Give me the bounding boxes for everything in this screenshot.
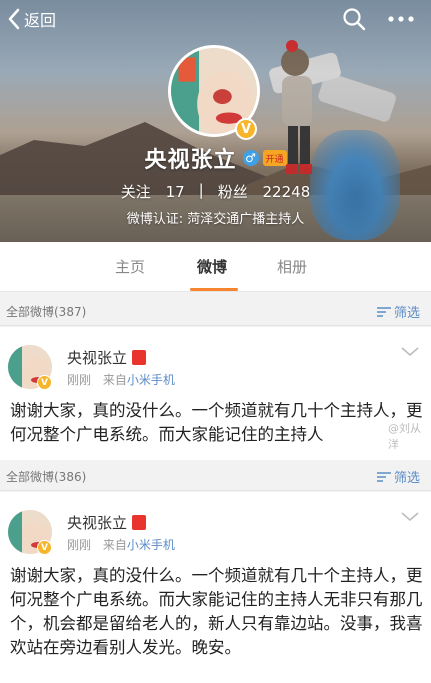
- fans-label: 粉丝: [217, 183, 248, 201]
- post-meta: 刚刚 来自小米手机: [67, 536, 175, 553]
- active-tab-indicator: [190, 288, 238, 291]
- back-label: 返回: [24, 11, 57, 30]
- following-label: 关注: [120, 183, 151, 201]
- following-stat[interactable]: 关注 17: [121, 181, 185, 203]
- chevron-down-icon[interactable]: [401, 512, 419, 522]
- tab-home[interactable]: 主页: [115, 256, 145, 277]
- post-source[interactable]: 小米手机: [127, 373, 175, 387]
- watermark: @刘从洋: [388, 422, 421, 451]
- post-author-name: 央视张立: [67, 514, 128, 532]
- stats-separator: |: [198, 181, 204, 199]
- profile-name-row: 央视张立 ♂ 开通: [0, 142, 431, 174]
- tab-album[interactable]: 相册: [277, 256, 307, 277]
- chevron-left-icon: [8, 8, 20, 30]
- following-count: 17: [165, 183, 185, 201]
- filter-icon: [377, 471, 391, 482]
- post-author[interactable]: 央视张立: [67, 512, 147, 533]
- weibo-post[interactable]: V 央视张立 刚刚 来自小米手机 谢谢大家，真的没什么。一个频道就有几十个主持人…: [0, 327, 431, 460]
- post-source[interactable]: 小米手机: [127, 538, 175, 552]
- member-badge[interactable]: 开通: [262, 150, 287, 166]
- profile-tabs: 主页 微博 相册: [0, 242, 431, 292]
- profile-stats: 关注 17 | 粉丝 22248: [0, 181, 431, 203]
- filter-button[interactable]: 筛选: [377, 302, 420, 321]
- post-meta: 刚刚 来自小米手机: [67, 371, 175, 388]
- post-time: 刚刚: [67, 373, 92, 387]
- weibo-count: 全部微博(386): [6, 470, 87, 484]
- post-verified-badge: V: [37, 540, 52, 555]
- post-text: 谢谢大家，真的没什么。一个频道就有几十个主持人，更何况整个广电系统。而大家能记住…: [10, 566, 423, 657]
- fans-count: 22248: [262, 183, 311, 201]
- member-badge-icon: [132, 350, 147, 365]
- filter-button[interactable]: 筛选: [377, 467, 420, 486]
- member-badge-icon: [132, 515, 147, 530]
- weibo-count: 全部微博(387): [6, 305, 87, 319]
- profile-name: 央视张立: [144, 148, 237, 173]
- feed-filter-bar: 全部微博(386) 筛选: [0, 461, 431, 491]
- weibo-post[interactable]: V 央视张立 刚刚 来自小米手机 谢谢大家，真的没什么。一个频道就有几十个主持人…: [0, 492, 431, 683]
- feed-filter-bar: 全部微博(387) 筛选: [0, 296, 431, 326]
- post-author[interactable]: 央视张立: [67, 347, 147, 368]
- filter-label: 筛选: [394, 306, 421, 321]
- male-icon: ♂: [242, 150, 259, 166]
- post-source-prefix: 来自: [102, 373, 127, 387]
- back-button[interactable]: 返回: [6, 6, 56, 32]
- post-time: 刚刚: [67, 538, 92, 552]
- filter-label: 筛选: [394, 471, 421, 486]
- post-text: 谢谢大家，真的没什么。一个频道就有几十个主持人，更何况整个广电系统。而大家能记住…: [10, 401, 423, 444]
- more-icon[interactable]: [386, 8, 416, 30]
- fans-stat[interactable]: 粉丝 22248: [218, 181, 311, 203]
- post-source-prefix: 来自: [102, 538, 127, 552]
- search-icon[interactable]: [341, 6, 367, 32]
- filter-icon: [377, 306, 391, 317]
- chevron-down-icon[interactable]: [401, 347, 419, 357]
- post-verified-badge: V: [37, 375, 52, 390]
- verification-text: 微博认证: 菏泽交通广播主持人: [126, 212, 305, 227]
- verified-badge: V: [235, 118, 257, 140]
- topbar: 返回: [0, 0, 431, 38]
- tab-weibo[interactable]: 微博: [197, 256, 227, 277]
- post-author-name: 央视张立: [67, 349, 128, 367]
